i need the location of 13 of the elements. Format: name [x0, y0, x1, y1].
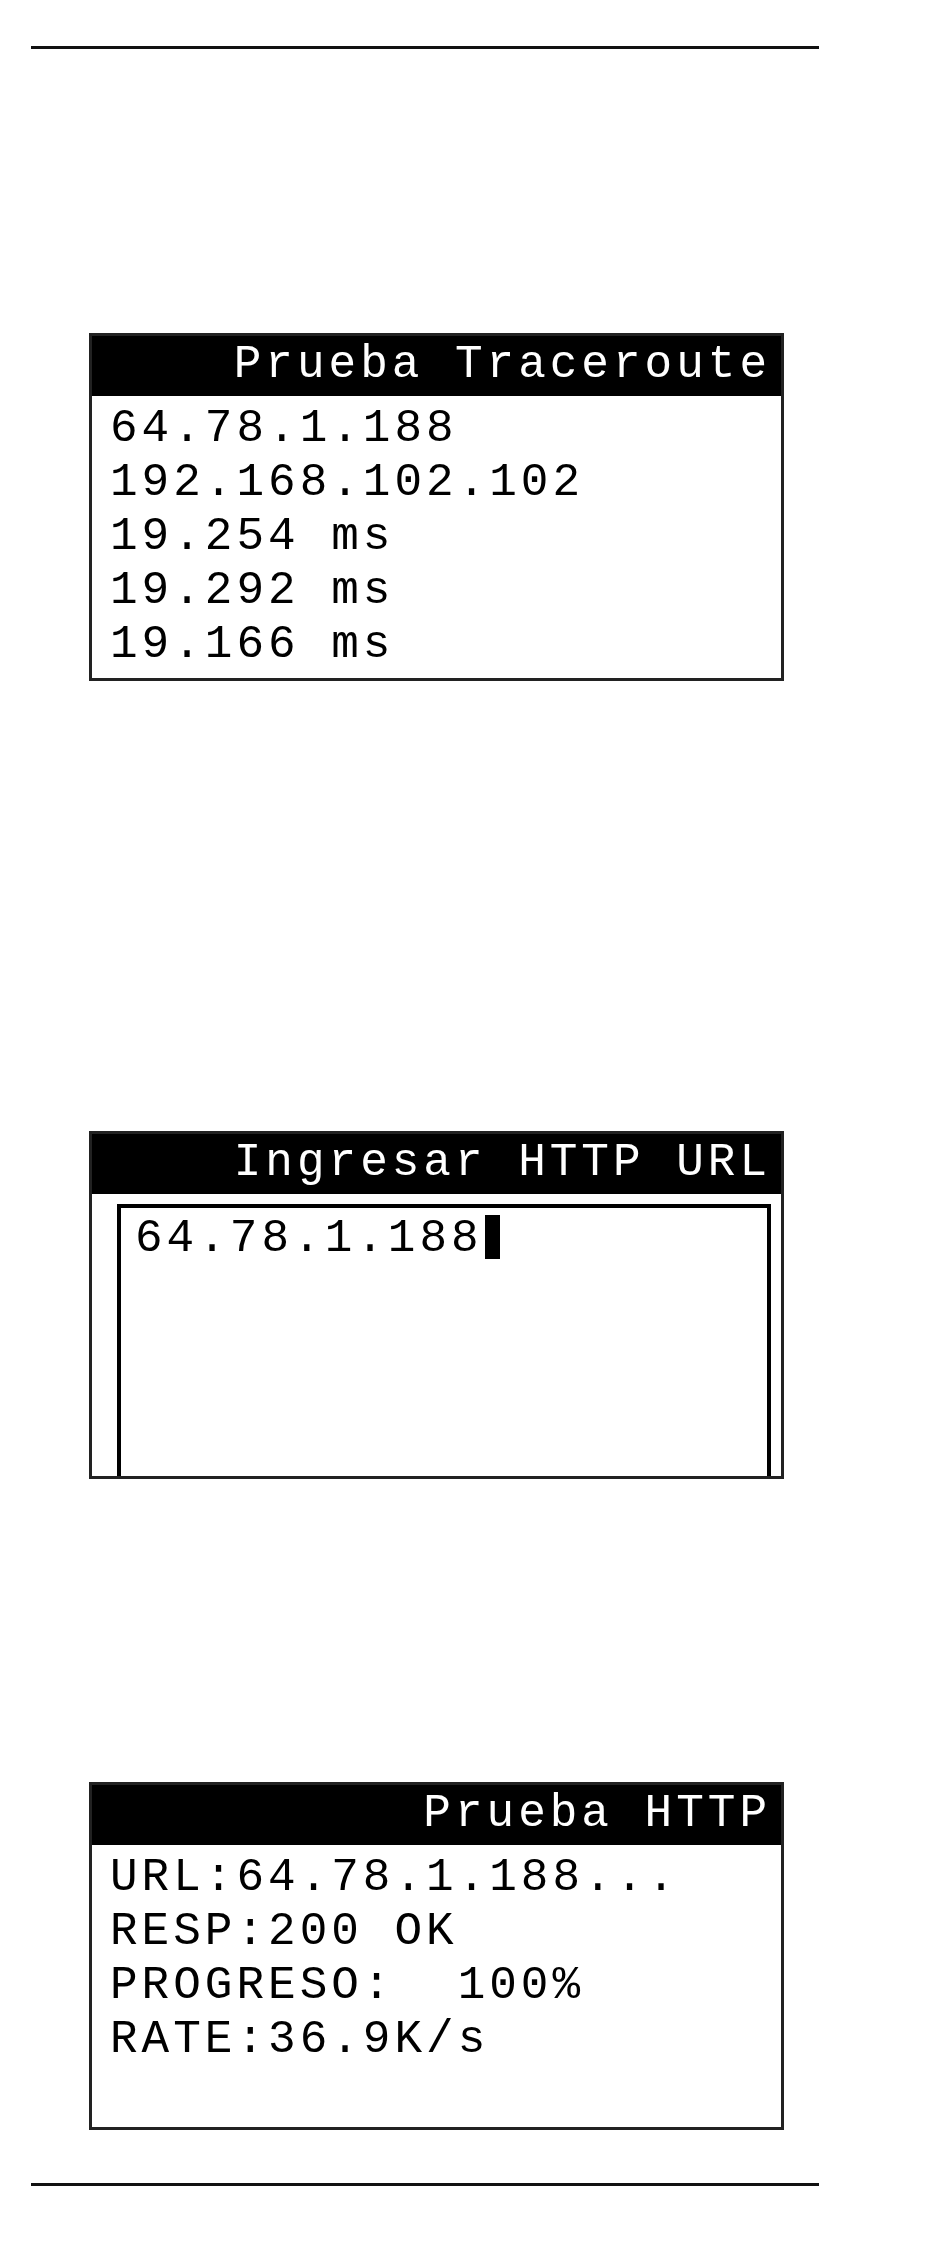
- result-line: 19.254 ms: [110, 510, 395, 564]
- result-line: 19.292 ms: [110, 564, 395, 618]
- result-line: 64.78.1.188: [110, 402, 458, 456]
- result-line: 192.168.102.102: [110, 456, 585, 510]
- screen-title: Prueba HTTP: [423, 1787, 771, 1842]
- result-line: RATE:36.9K/s: [110, 2013, 490, 2067]
- result-line: 19.166 ms: [110, 618, 395, 672]
- result-line: RESP:200 OK: [110, 1905, 458, 1959]
- url-input-field[interactable]: 64.78.1.188: [117, 1204, 771, 1476]
- screen-title: Ingresar HTTP URL: [233, 1136, 771, 1191]
- screen-title: Prueba Traceroute: [233, 338, 771, 393]
- result-line: PROGRESO: 100%: [110, 1959, 585, 2013]
- result-line: URL:64.78.1.188...: [110, 1851, 679, 1905]
